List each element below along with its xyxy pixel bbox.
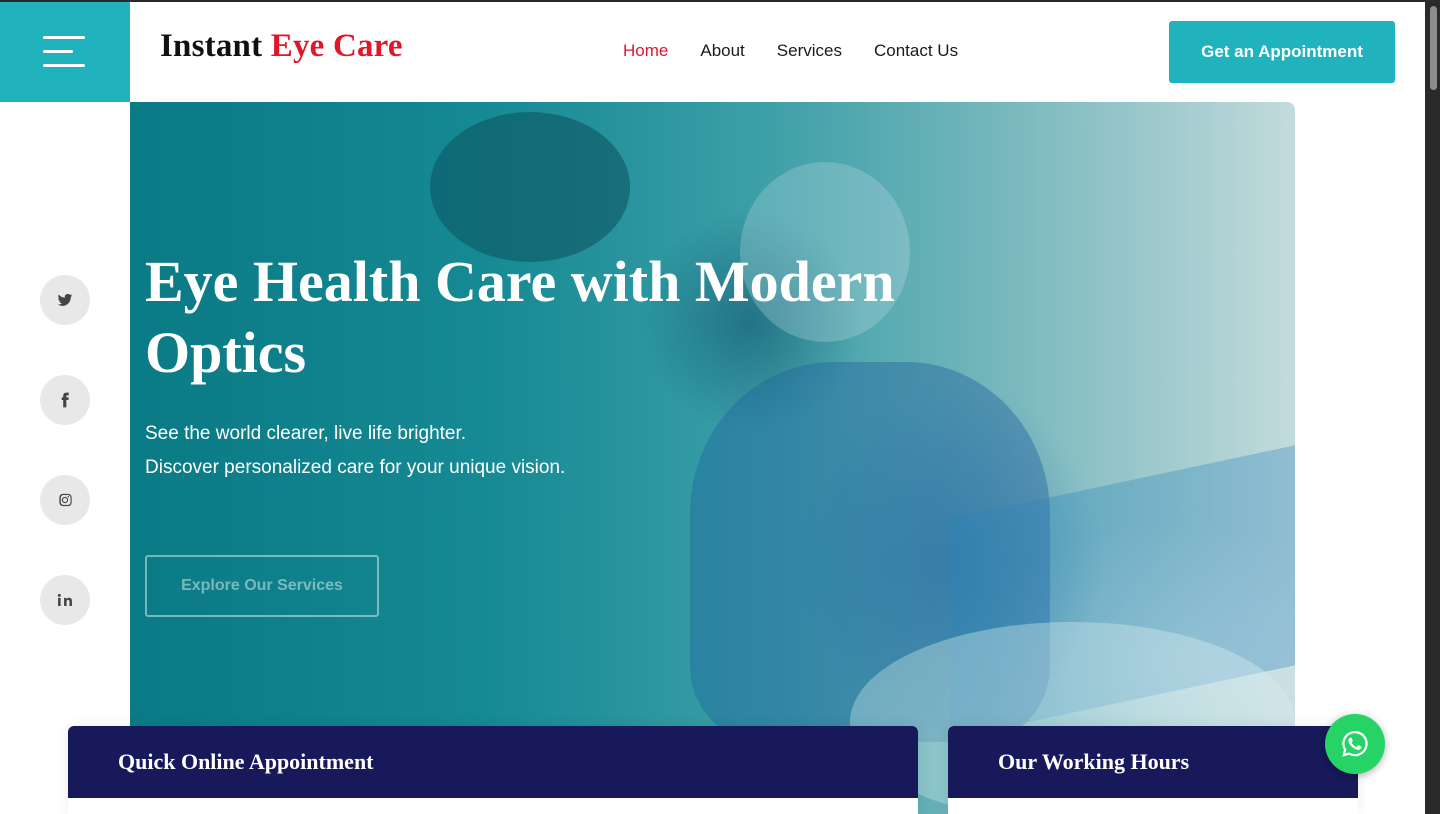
whatsapp-button[interactable] xyxy=(1325,714,1385,774)
appointment-card-header: Quick Online Appointment xyxy=(68,726,918,798)
explore-services-button[interactable]: Explore Our Services xyxy=(145,555,379,617)
brand-accent: Eye Care xyxy=(270,28,403,64)
linkedin-link[interactable] xyxy=(40,575,90,625)
appointment-card-title: Quick Online Appointment xyxy=(118,749,374,774)
nav-about[interactable]: About xyxy=(700,41,744,61)
menu-toggle-button[interactable] xyxy=(0,2,130,102)
working-hours-card-title: Our Working Hours xyxy=(998,749,1190,774)
facebook-icon xyxy=(61,392,69,408)
brand-logo[interactable]: Instant Eye Care xyxy=(160,28,403,65)
get-appointment-button[interactable]: Get an Appointment xyxy=(1169,21,1395,83)
hamburger-icon xyxy=(43,36,85,68)
twitter-link[interactable] xyxy=(40,275,90,325)
hero-subtitle: See the world clearer, live life brighte… xyxy=(145,417,765,485)
whatsapp-icon xyxy=(1342,731,1368,757)
twitter-icon xyxy=(57,293,73,306)
social-links xyxy=(40,275,90,675)
nav-home[interactable]: Home xyxy=(623,41,668,61)
hero-subtitle-line: Discover personalized care for your uniq… xyxy=(145,457,566,478)
hero-title: Eye Health Care with Modern Optics xyxy=(145,249,895,385)
main-nav: Home About Services Contact Us xyxy=(623,41,958,61)
appointment-card: Quick Online Appointment xyxy=(68,726,918,814)
window-top-border xyxy=(0,0,1440,2)
brand-prefix: Instant xyxy=(160,28,263,64)
scrollbar-track[interactable] xyxy=(1425,0,1440,814)
instagram-icon xyxy=(59,493,72,507)
hero-subtitle-line: See the world clearer, live life brighte… xyxy=(145,423,467,444)
facebook-link[interactable] xyxy=(40,375,90,425)
working-hours-card-header: Our Working Hours xyxy=(948,726,1358,798)
working-hours-card: Our Working Hours xyxy=(948,726,1358,814)
scrollbar-thumb[interactable] xyxy=(1430,6,1437,90)
nav-services[interactable]: Services xyxy=(777,41,842,61)
linkedin-icon xyxy=(57,593,72,606)
instagram-link[interactable] xyxy=(40,475,90,525)
nav-contact[interactable]: Contact Us xyxy=(874,41,958,61)
